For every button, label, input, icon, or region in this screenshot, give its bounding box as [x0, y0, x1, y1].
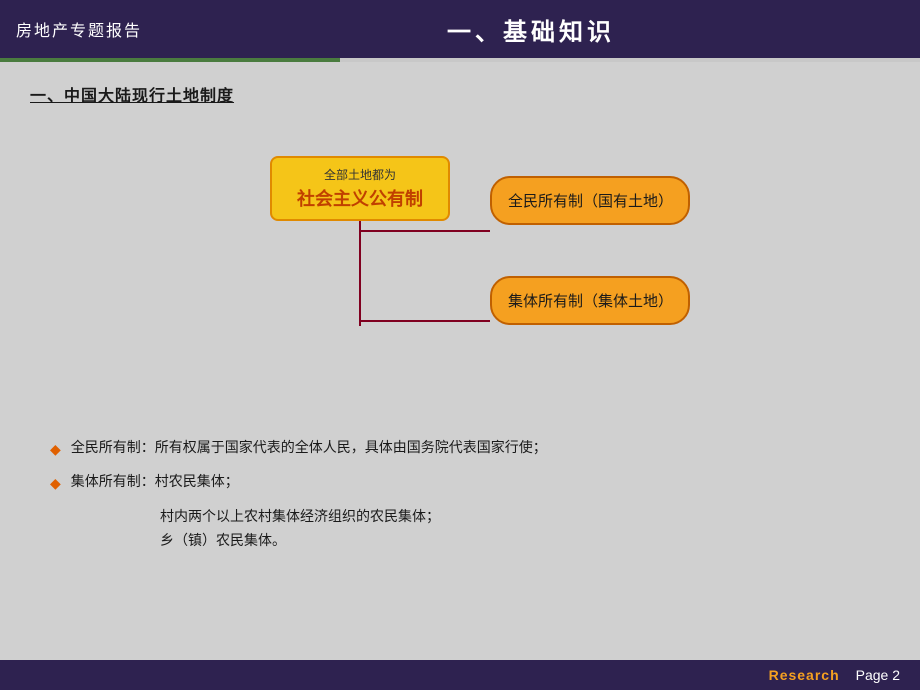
sub-bullet-2: 乡（镇）农民集体。 [50, 529, 890, 551]
child-box-1: 全民所有制（国有土地） [490, 176, 690, 225]
section-title: 一、中国大陆现行土地制度 [30, 82, 890, 106]
bullet-text-1: 全民所有制：所有权属于国家代表的全体人民，具体由国务院代表国家行使； [71, 436, 547, 458]
bullet-diamond-2: ◆ [50, 472, 61, 494]
footer: Research Page 2 [0, 660, 920, 690]
bullet-item-1: ◆ 全民所有制：所有权属于国家代表的全体人民，具体由国务院代表国家行使； [50, 436, 890, 460]
child-box-1-text: 全民所有制（国有土地） [508, 193, 673, 210]
connector-svg [30, 136, 890, 416]
root-sub-text: 全部土地都为 [284, 166, 436, 183]
root-main-text: 社会主义公有制 [284, 185, 436, 211]
header-center-title: 一、基础知识 [447, 19, 615, 46]
child-box-2-text: 集体所有制（集体土地） [508, 293, 673, 310]
sub-bullet-1: 村内两个以上农村集体经济组织的农民集体； [50, 505, 890, 527]
header-center: 一、基础知识 [142, 12, 920, 47]
header: 房地产专题报告 一、基础知识 [0, 0, 920, 58]
footer-research-label: Research [769, 667, 840, 683]
bullet-item-2: ◆ 集体所有制：村农民集体； [50, 470, 890, 494]
bullet-text-2: 集体所有制：村农民集体； [71, 470, 239, 492]
header-left-title: 房地产专题报告 [0, 17, 142, 41]
bullet-list: ◆ 全民所有制：所有权属于国家代表的全体人民，具体由国务院代表国家行使； ◆ 集… [30, 436, 890, 552]
diagram-area: 全部土地都为 社会主义公有制 全民所有制（国有土地） 集体所有制（集体土地） [30, 136, 890, 416]
footer-page-label: Page 2 [856, 667, 900, 683]
main-content: 一、中国大陆现行土地制度 全部土地都为 社会主义公有制 全民所有制（国有土地） … [0, 62, 920, 660]
bullet-diamond-1: ◆ [50, 438, 61, 460]
child-box-2: 集体所有制（集体土地） [490, 276, 690, 325]
root-box: 全部土地都为 社会主义公有制 [270, 156, 450, 221]
